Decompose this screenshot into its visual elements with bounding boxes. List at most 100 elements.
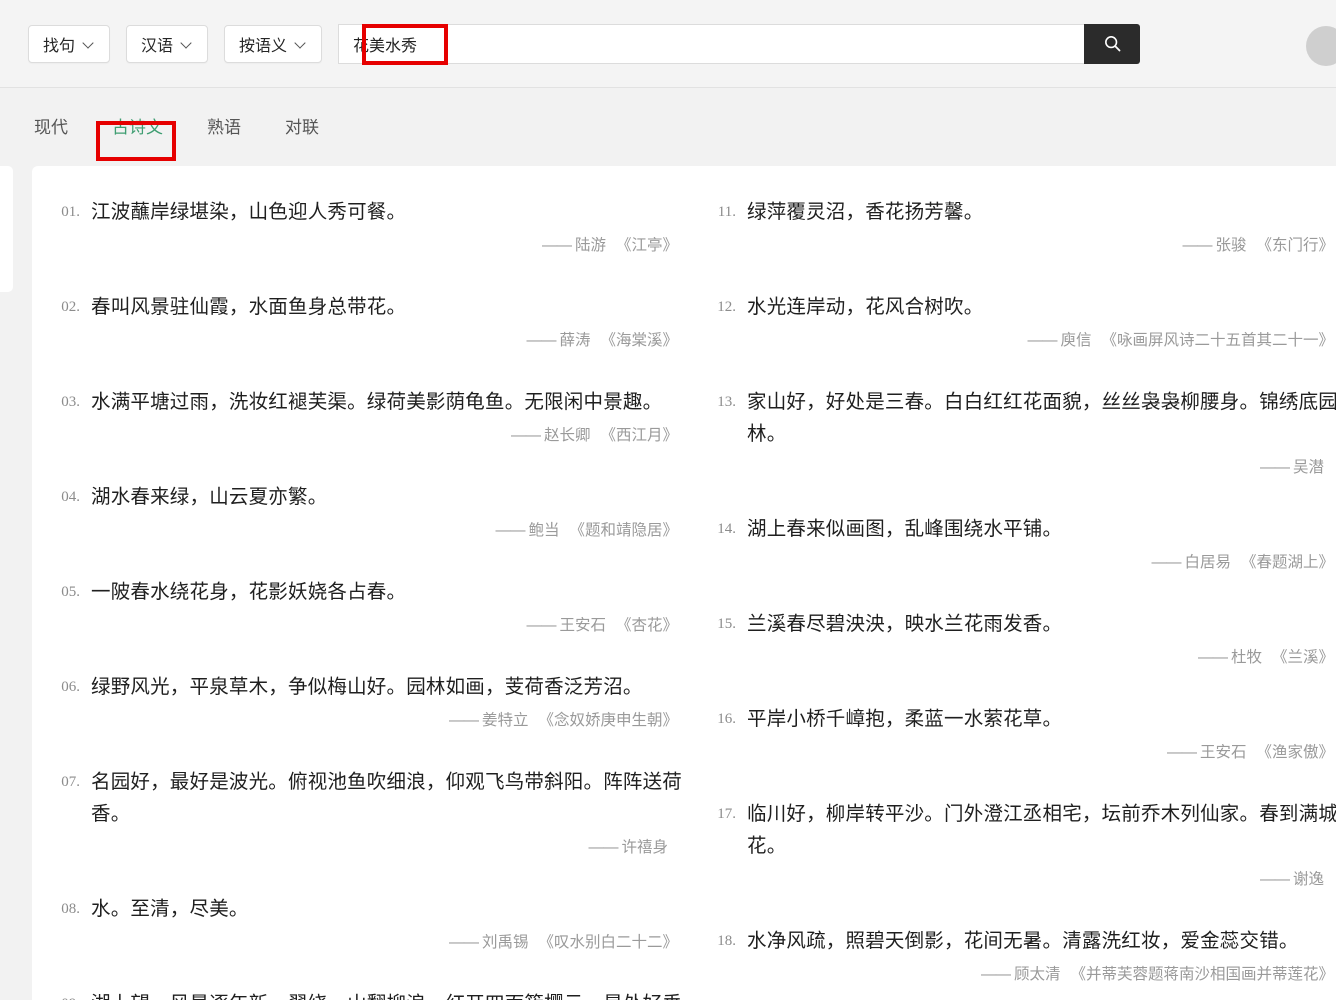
result-item[interactable]: 04. 湖水春来绿，山云夏亦繁。 ——鲍当《题和靖隐居》 bbox=[54, 481, 682, 542]
result-item[interactable]: 18. 水净风疏，照碧天倒影，花间无暑。清露洗红妆，爱金蕊交错。 ——顾太清《并… bbox=[710, 925, 1336, 986]
attribution-dash: —— bbox=[526, 617, 555, 634]
result-author: 王安石 bbox=[559, 617, 606, 634]
result-item[interactable]: 11. 绿萍覆灵沼，香花扬芳馨。 ——张骏《东门行》 bbox=[710, 196, 1336, 257]
tab-modern[interactable]: 现代 bbox=[32, 115, 70, 140]
attribution-dash: —— bbox=[588, 839, 617, 856]
result-item[interactable]: 15. 兰溪春尽碧泱泱，映水兰花雨发香。 ——杜牧《兰溪》 bbox=[710, 608, 1336, 669]
result-item[interactable]: 17. 临川好，柳岸转平沙。门外澄江丞相宅，坛前乔木列仙家。春到满城花。 ——谢… bbox=[710, 798, 1336, 891]
result-work: 《东门行》 bbox=[1256, 237, 1334, 254]
result-index: 04. bbox=[54, 481, 80, 513]
search-button[interactable] bbox=[1084, 24, 1140, 64]
result-index: 16. bbox=[710, 703, 736, 735]
result-author: 庾信 bbox=[1060, 332, 1091, 349]
result-author: 鲍当 bbox=[528, 522, 559, 539]
result-index: 03. bbox=[54, 386, 80, 418]
result-attribution: ——姜特立《念奴娇庚申生朝》 bbox=[54, 710, 682, 732]
attribution-dash: —— bbox=[542, 237, 571, 254]
result-item[interactable]: 03. 水满平塘过雨，洗妆红褪芙渠。绿荷美影荫龟鱼。无限闲中景趣。 ——赵长卿《… bbox=[54, 386, 682, 447]
chevron-down-icon bbox=[296, 38, 307, 49]
search-field-group bbox=[338, 24, 1140, 64]
result-work: 《海棠溪》 bbox=[600, 332, 678, 349]
result-attribution: ——刘禹锡《叹水别白二十二》 bbox=[54, 932, 682, 954]
result-attribution: ——谢逸 bbox=[710, 869, 1336, 891]
attribution-dash: —— bbox=[449, 934, 478, 951]
search-icon bbox=[1103, 34, 1122, 53]
attribution-dash: —— bbox=[1182, 237, 1211, 254]
result-attribution: ——王安石《渔家傲》 bbox=[710, 742, 1336, 764]
result-index: 15. bbox=[710, 608, 736, 640]
result-attribution: ——庾信《咏画屏风诗二十五首其二十一》 bbox=[710, 330, 1336, 352]
result-index: 14. bbox=[710, 513, 736, 545]
chevron-down-icon bbox=[84, 38, 95, 49]
result-author: 赵长卿 bbox=[544, 427, 591, 444]
result-item[interactable]: 06. 绿野风光，平泉草木，争似梅山好。园林如画，芰荷香泛芳沼。 ——姜特立《念… bbox=[54, 671, 682, 732]
result-attribution: ——杜牧《兰溪》 bbox=[710, 647, 1336, 669]
result-attribution: ——陆游《江亭》 bbox=[54, 235, 682, 257]
filter-dropdown-scope-label: 找句 bbox=[43, 32, 75, 56]
result-index: 02. bbox=[54, 291, 80, 323]
result-item[interactable]: 13. 家山好，好处是三春。白白红红花面貌，丝丝袅袅柳腰身。锦绣底园林。 ——吴… bbox=[710, 386, 1336, 479]
attribution-dash: —— bbox=[1198, 649, 1227, 666]
result-author: 陆游 bbox=[575, 237, 606, 254]
result-index: 05. bbox=[54, 576, 80, 608]
filter-dropdown-scope[interactable]: 找句 bbox=[28, 25, 110, 63]
result-sentence: 湖水春来绿，山云夏亦繁。 bbox=[91, 481, 682, 513]
result-item[interactable]: 16. 平岸小桥千嶂抱，柔蓝一水萦花草。 ——王安石《渔家傲》 bbox=[710, 703, 1336, 764]
result-item[interactable]: 05. 一陂春水绕花身，花影妖娆各占春。 ——王安石《杏花》 bbox=[54, 576, 682, 637]
result-sentence: 绿萍覆灵沼，香花扬芳馨。 bbox=[747, 196, 1336, 228]
result-sentence: 湖上春来似画图，乱峰围绕水平铺。 bbox=[747, 513, 1336, 545]
result-item[interactable]: 12. 水光连岸动，花风合树吹。 ——庾信《咏画屏风诗二十五首其二十一》 bbox=[710, 291, 1336, 352]
tab-classical-poetry[interactable]: 古诗文 bbox=[110, 115, 165, 140]
result-attribution: ——鲍当《题和靖隐居》 bbox=[54, 520, 682, 542]
result-author: 王安石 bbox=[1200, 744, 1247, 761]
result-index: 06. bbox=[54, 671, 80, 703]
result-work: 《渔家傲》 bbox=[1256, 744, 1334, 761]
result-work: 《西江月》 bbox=[600, 427, 678, 444]
result-author: 白居易 bbox=[1184, 554, 1231, 571]
result-attribution: ——吴潜 bbox=[710, 457, 1336, 479]
avatar[interactable] bbox=[1306, 26, 1336, 66]
result-author: 姜特立 bbox=[482, 712, 529, 729]
result-author: 顾太清 bbox=[1014, 966, 1061, 983]
result-sentence: 绿野风光，平泉草木，争似梅山好。园林如画，芰荷香泛芳沼。 bbox=[91, 671, 682, 703]
result-item[interactable]: 14. 湖上春来似画图，乱峰围绕水平铺。 ——白居易《春题湖上》 bbox=[710, 513, 1336, 574]
attribution-dash: —— bbox=[526, 332, 555, 349]
result-attribution: ——张骏《东门行》 bbox=[710, 235, 1336, 257]
attribution-dash: —— bbox=[1260, 871, 1289, 888]
result-attribution: ——薛涛《海棠溪》 bbox=[54, 330, 682, 352]
attribution-dash: —— bbox=[449, 712, 478, 729]
result-sentence: 家山好，好处是三春。白白红红花面貌，丝丝袅袅柳腰身。锦绣底园林。 bbox=[747, 386, 1336, 450]
search-input[interactable] bbox=[338, 24, 1084, 64]
result-index: 01. bbox=[54, 196, 80, 228]
result-item[interactable]: 08. 水。至清，尽美。 ——刘禹锡《叹水别白二十二》 bbox=[54, 893, 682, 954]
result-index: 13. bbox=[710, 386, 736, 418]
attribution-dash: —— bbox=[981, 966, 1010, 983]
result-item[interactable]: 09. 湖上望，风景逐年新。翠绕一山翻柳浪，红开四面簇樱云。是处好垂纶。 ——宋… bbox=[54, 988, 682, 1000]
result-attribution: ——赵长卿《西江月》 bbox=[54, 425, 682, 447]
filter-dropdown-language[interactable]: 汉语 bbox=[126, 25, 208, 63]
filter-dropdown-mode-label: 按语义 bbox=[239, 32, 287, 56]
search-toolbar: 找句 汉语 按语义 bbox=[0, 0, 1336, 88]
result-index: 07. bbox=[54, 766, 80, 798]
result-work: 《叹水别白二十二》 bbox=[538, 934, 678, 951]
attribution-dash: —— bbox=[511, 427, 540, 444]
category-tabbar: 现代 古诗文 熟语 对联 bbox=[0, 88, 1336, 166]
result-index: 18. bbox=[710, 925, 736, 957]
result-index: 17. bbox=[710, 798, 736, 830]
result-author: 杜牧 bbox=[1231, 649, 1262, 666]
result-author: 吴潜 bbox=[1293, 459, 1324, 476]
result-attribution: ——王安石《杏花》 bbox=[54, 615, 682, 637]
result-index: 09. bbox=[54, 988, 80, 1000]
result-author: 许禧身 bbox=[621, 839, 668, 856]
result-item[interactable]: 01. 江波蘸岸绿堪染，山色迎人秀可餐。 ——陆游《江亭》 bbox=[54, 196, 682, 257]
result-sentence: 名园好，最好是波光。俯视池鱼吹细浪，仰观飞鸟带斜阳。阵阵送荷香。 bbox=[91, 766, 682, 830]
result-attribution: ——许禧身 bbox=[54, 837, 682, 859]
tab-idioms[interactable]: 熟语 bbox=[205, 115, 243, 140]
result-sentence: 水净风疏，照碧天倒影，花间无暑。清露洗红妆，爱金蕊交错。 bbox=[747, 925, 1336, 957]
result-item[interactable]: 02. 春叫风景驻仙霞，水面鱼身总带花。 ——薛涛《海棠溪》 bbox=[54, 291, 682, 352]
result-sentence: 兰溪春尽碧泱泱，映水兰花雨发香。 bbox=[747, 608, 1336, 640]
result-item[interactable]: 07. 名园好，最好是波光。俯视池鱼吹细浪，仰观飞鸟带斜阳。阵阵送荷香。 ——许… bbox=[54, 766, 682, 859]
tab-couplets[interactable]: 对联 bbox=[283, 115, 321, 140]
result-sentence: 湖上望，风景逐年新。翠绕一山翻柳浪，红开四面簇樱云。是处好垂纶。 bbox=[91, 988, 682, 1000]
filter-dropdown-mode[interactable]: 按语义 bbox=[224, 25, 322, 63]
